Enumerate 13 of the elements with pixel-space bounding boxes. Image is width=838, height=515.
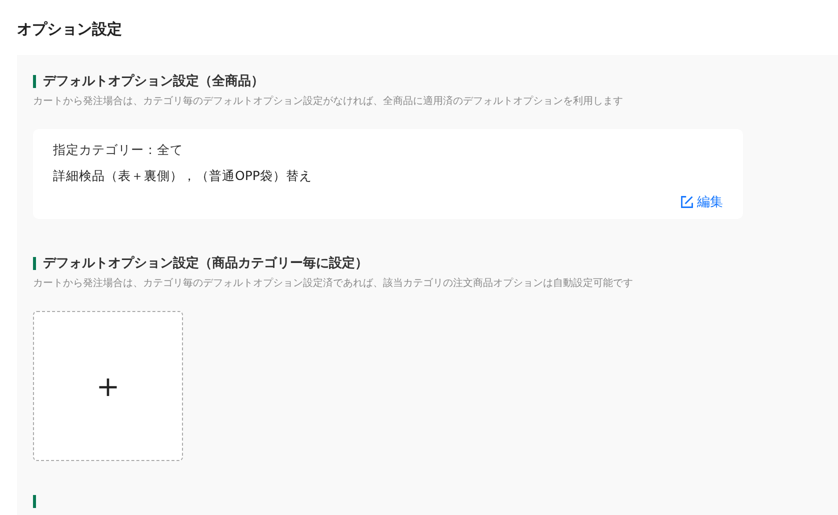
- category-text: 指定カテゴリー：全て: [53, 141, 184, 159]
- section-description: カートから発注場合は、カテゴリ毎のデフォルトオプション設定がなければ、全商品に適用済のデフォルトオプションを利用します: [33, 95, 624, 109]
- section-marker: [33, 256, 36, 270]
- add-button[interactable]: +: [33, 311, 183, 461]
- section-title: デフォルトオプション設定（全商品）: [43, 72, 264, 90]
- option-text: 詳細検品（表＋裏側），（普通OPP袋）替え: [53, 167, 313, 185]
- edit-icon: [680, 195, 694, 209]
- section-title: デフォルトオプション設定（商品カテゴリー毎に設定）: [43, 254, 368, 272]
- section-marker: [33, 74, 36, 88]
- page-title: オプション設定: [17, 19, 123, 40]
- edit-link[interactable]: 編集: [680, 193, 723, 211]
- section-description: カートから発注場合は、カテゴリ毎のデフォルトオプション設定済であれば、該当カテゴリの注文商品オプションは自動設定可能です: [33, 277, 634, 291]
- section-marker: [33, 495, 36, 508]
